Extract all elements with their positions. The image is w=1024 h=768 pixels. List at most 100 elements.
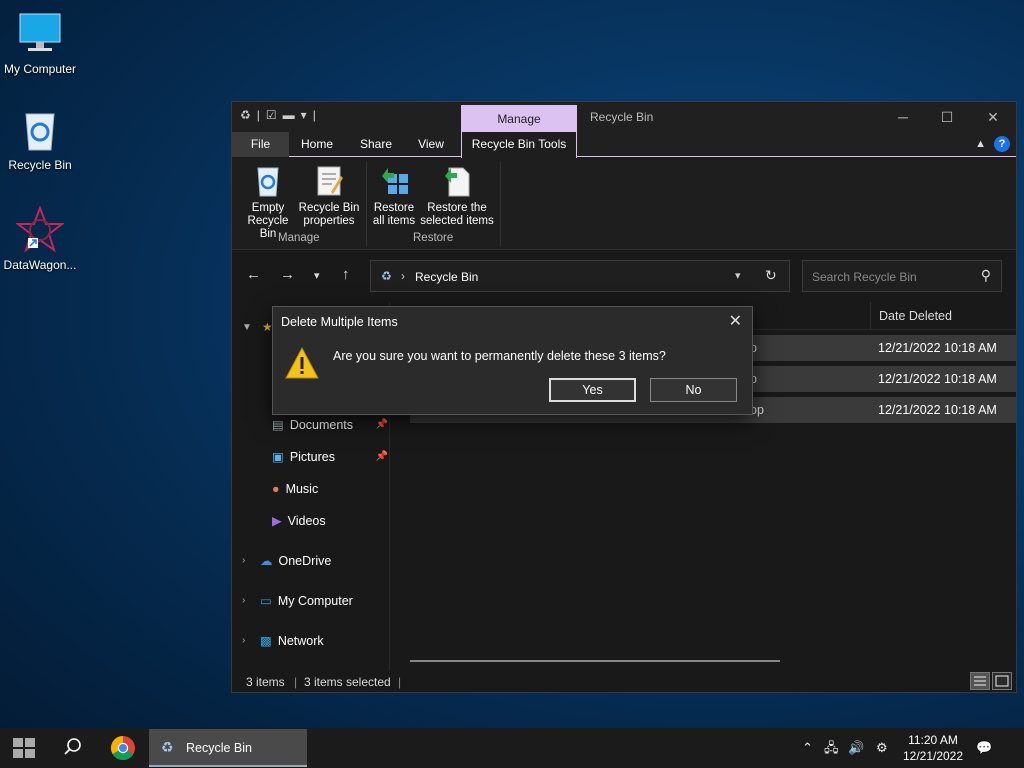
selection-count: 3 items selected: [304, 675, 391, 689]
no-button[interactable]: No: [650, 378, 737, 402]
yes-button[interactable]: Yes: [549, 378, 636, 402]
breadcrumb-chevron-icon: ›: [401, 269, 405, 283]
search-button[interactable]: [50, 728, 94, 768]
dialog-message: Are you sure you want to permanently del…: [333, 349, 666, 363]
collapse-ribbon-icon[interactable]: ▲: [975, 138, 986, 150]
chevron-right-icon[interactable]: ›: [242, 550, 254, 572]
sidebar-item-pictures[interactable]: ▣ Pictures 📌: [272, 446, 388, 468]
search-input[interactable]: Search Recycle Bin: [812, 270, 917, 284]
start-button[interactable]: [0, 728, 48, 768]
show-hidden-icons-chevron[interactable]: ⌃: [802, 728, 816, 768]
separator: |: [398, 675, 402, 689]
column-header-date-deleted[interactable]: Date Deleted: [870, 302, 952, 330]
minimize-button[interactable]: ─: [880, 102, 926, 132]
cloud-icon: ☁: [260, 554, 273, 568]
recent-locations-chevron-icon[interactable]: ▾: [314, 269, 320, 282]
quick-access-toolbar: ♻ | ☑ ▬ ▾ |: [240, 108, 316, 122]
help-icon[interactable]: ?: [994, 136, 1010, 152]
sidebar-item-music[interactable]: ● Music: [272, 478, 388, 500]
divider: [500, 162, 501, 246]
tab-recycle-bin-tools[interactable]: Recycle Bin Tools: [461, 132, 577, 158]
separator: |: [312, 108, 316, 122]
date-deleted-cell: 12/21/2022 10:18 AM: [878, 403, 997, 417]
desktop-icon-label: My Computer: [3, 62, 77, 76]
recycle-bin-icon: [16, 106, 64, 154]
pin-icon[interactable]: 📌: [376, 414, 388, 436]
tab-home[interactable]: Home: [292, 132, 342, 157]
sidebar-item-my-computer[interactable]: › ▭ My Computer: [242, 590, 353, 612]
taskbar: ♻ Recycle Bin ⌃ 🖧 🔊 ⚙ 11:20 AM 12/21/202…: [0, 728, 1024, 768]
network-tray-icon[interactable]: 🖧: [824, 728, 842, 768]
chevron-right-icon[interactable]: ›: [242, 590, 254, 612]
close-icon[interactable]: ✕: [729, 311, 742, 331]
group-label-manage: Manage: [278, 232, 320, 244]
chrome-taskbar-button[interactable]: [100, 728, 146, 768]
search-icon[interactable]: ⚲: [981, 267, 991, 284]
forward-arrow-icon[interactable]: →: [280, 266, 295, 283]
sidebar-item-network[interactable]: › ▩ Network: [242, 630, 324, 652]
title-bar: ♻ | ☑ ▬ ▾ | Manage Recycle Bin ─ ☐ ✕: [232, 102, 1016, 133]
windows-icon: [13, 738, 35, 758]
sidebar-item-onedrive[interactable]: › ☁ OneDrive: [242, 550, 331, 572]
sidebar-item-documents[interactable]: ▤ Documents 📌: [272, 414, 388, 436]
documents-icon: ▤: [272, 418, 284, 432]
restore-all-icon: [378, 164, 410, 198]
refresh-icon[interactable]: ↻: [765, 267, 777, 284]
clock[interactable]: 11:20 AM 12/21/2022: [896, 732, 970, 764]
group-label-restore: Restore: [413, 232, 454, 244]
tab-manage-context[interactable]: Manage: [461, 105, 577, 133]
properties-icon[interactable]: ☑: [266, 108, 277, 122]
separator: |: [256, 108, 260, 122]
folder-icon[interactable]: ▬: [283, 108, 295, 122]
restore-all-items-button[interactable]: Restore all items: [368, 164, 420, 228]
close-button[interactable]: ✕: [970, 102, 1016, 132]
restore-selected-icon: [441, 164, 473, 198]
tab-share[interactable]: Share: [352, 132, 400, 157]
window-title: Recycle Bin: [590, 110, 654, 124]
chevron-right-icon[interactable]: ›: [242, 630, 254, 652]
status-bar: 3 items | 3 items selected |: [232, 670, 1016, 692]
desktop-icon-recycle-bin[interactable]: Recycle Bin: [0, 106, 80, 172]
recycle-bin-properties-button[interactable]: Recycle Bin properties: [298, 164, 360, 228]
sidebar-item-videos[interactable]: ▶ Videos: [272, 510, 388, 532]
tab-view[interactable]: View: [408, 132, 454, 157]
restore-selected-items-button[interactable]: Restore the selected items: [420, 164, 494, 228]
address-bar[interactable]: ♻ › Recycle Bin ▾ ↻: [370, 260, 790, 292]
empty-recycle-bin-button[interactable]: Empty Recycle Bin: [238, 164, 298, 241]
input-settings-icon[interactable]: ⚙: [876, 728, 894, 768]
chevron-down-icon[interactable]: ▼: [242, 322, 254, 333]
recycle-bin-small-icon[interactable]: ♻: [240, 108, 251, 122]
clock-date: 12/21/2022: [902, 749, 964, 763]
volume-icon[interactable]: 🔊: [848, 728, 868, 768]
details-view-button[interactable]: [970, 672, 990, 690]
back-arrow-icon[interactable]: ←: [246, 266, 261, 283]
notification-icon[interactable]: 💬: [976, 728, 996, 768]
dialog-title: Delete Multiple Items: [281, 315, 398, 329]
tab-file[interactable]: File: [232, 132, 289, 157]
warning-icon: [285, 346, 319, 382]
large-icons-view-button[interactable]: [992, 672, 1012, 690]
horizontal-scrollbar[interactable]: [410, 660, 780, 662]
separator: |: [294, 675, 298, 689]
up-arrow-icon[interactable]: ↑: [342, 266, 350, 283]
recycle-bin-taskbar-button[interactable]: ♻ Recycle Bin: [149, 729, 307, 767]
item-count: 3 items: [246, 675, 285, 689]
properties-icon: [313, 164, 345, 198]
clock-time: 11:20 AM: [908, 733, 958, 747]
breadcrumb[interactable]: Recycle Bin: [415, 270, 478, 284]
desktop-icon-my-computer[interactable]: My Computer: [0, 10, 80, 76]
desktop-icon-datawagon[interactable]: DataWagon...: [0, 205, 80, 272]
videos-icon: ▶: [272, 514, 282, 528]
search-icon: [64, 738, 81, 755]
date-deleted-cell: 12/21/2022 10:18 AM: [878, 341, 997, 355]
divider: [366, 162, 367, 246]
navigation-bar: ← → ▾ ↑ ♻ › Recycle Bin ▾ ↻ Search Recyc…: [232, 252, 1016, 300]
address-dropdown-icon[interactable]: ▾: [735, 269, 741, 282]
delete-confirmation-dialog: Delete Multiple Items ✕ Are you sure you…: [272, 306, 753, 415]
qat-dropdown-icon[interactable]: ▾: [301, 108, 307, 122]
ribbon: Empty Recycle Bin Recycle Bin properties…: [232, 158, 1016, 250]
pictures-icon: ▣: [272, 450, 284, 464]
maximize-button[interactable]: ☐: [924, 102, 970, 132]
search-box[interactable]: Search Recycle Bin ⚲: [802, 260, 1002, 292]
pin-icon[interactable]: 📌: [376, 446, 388, 468]
